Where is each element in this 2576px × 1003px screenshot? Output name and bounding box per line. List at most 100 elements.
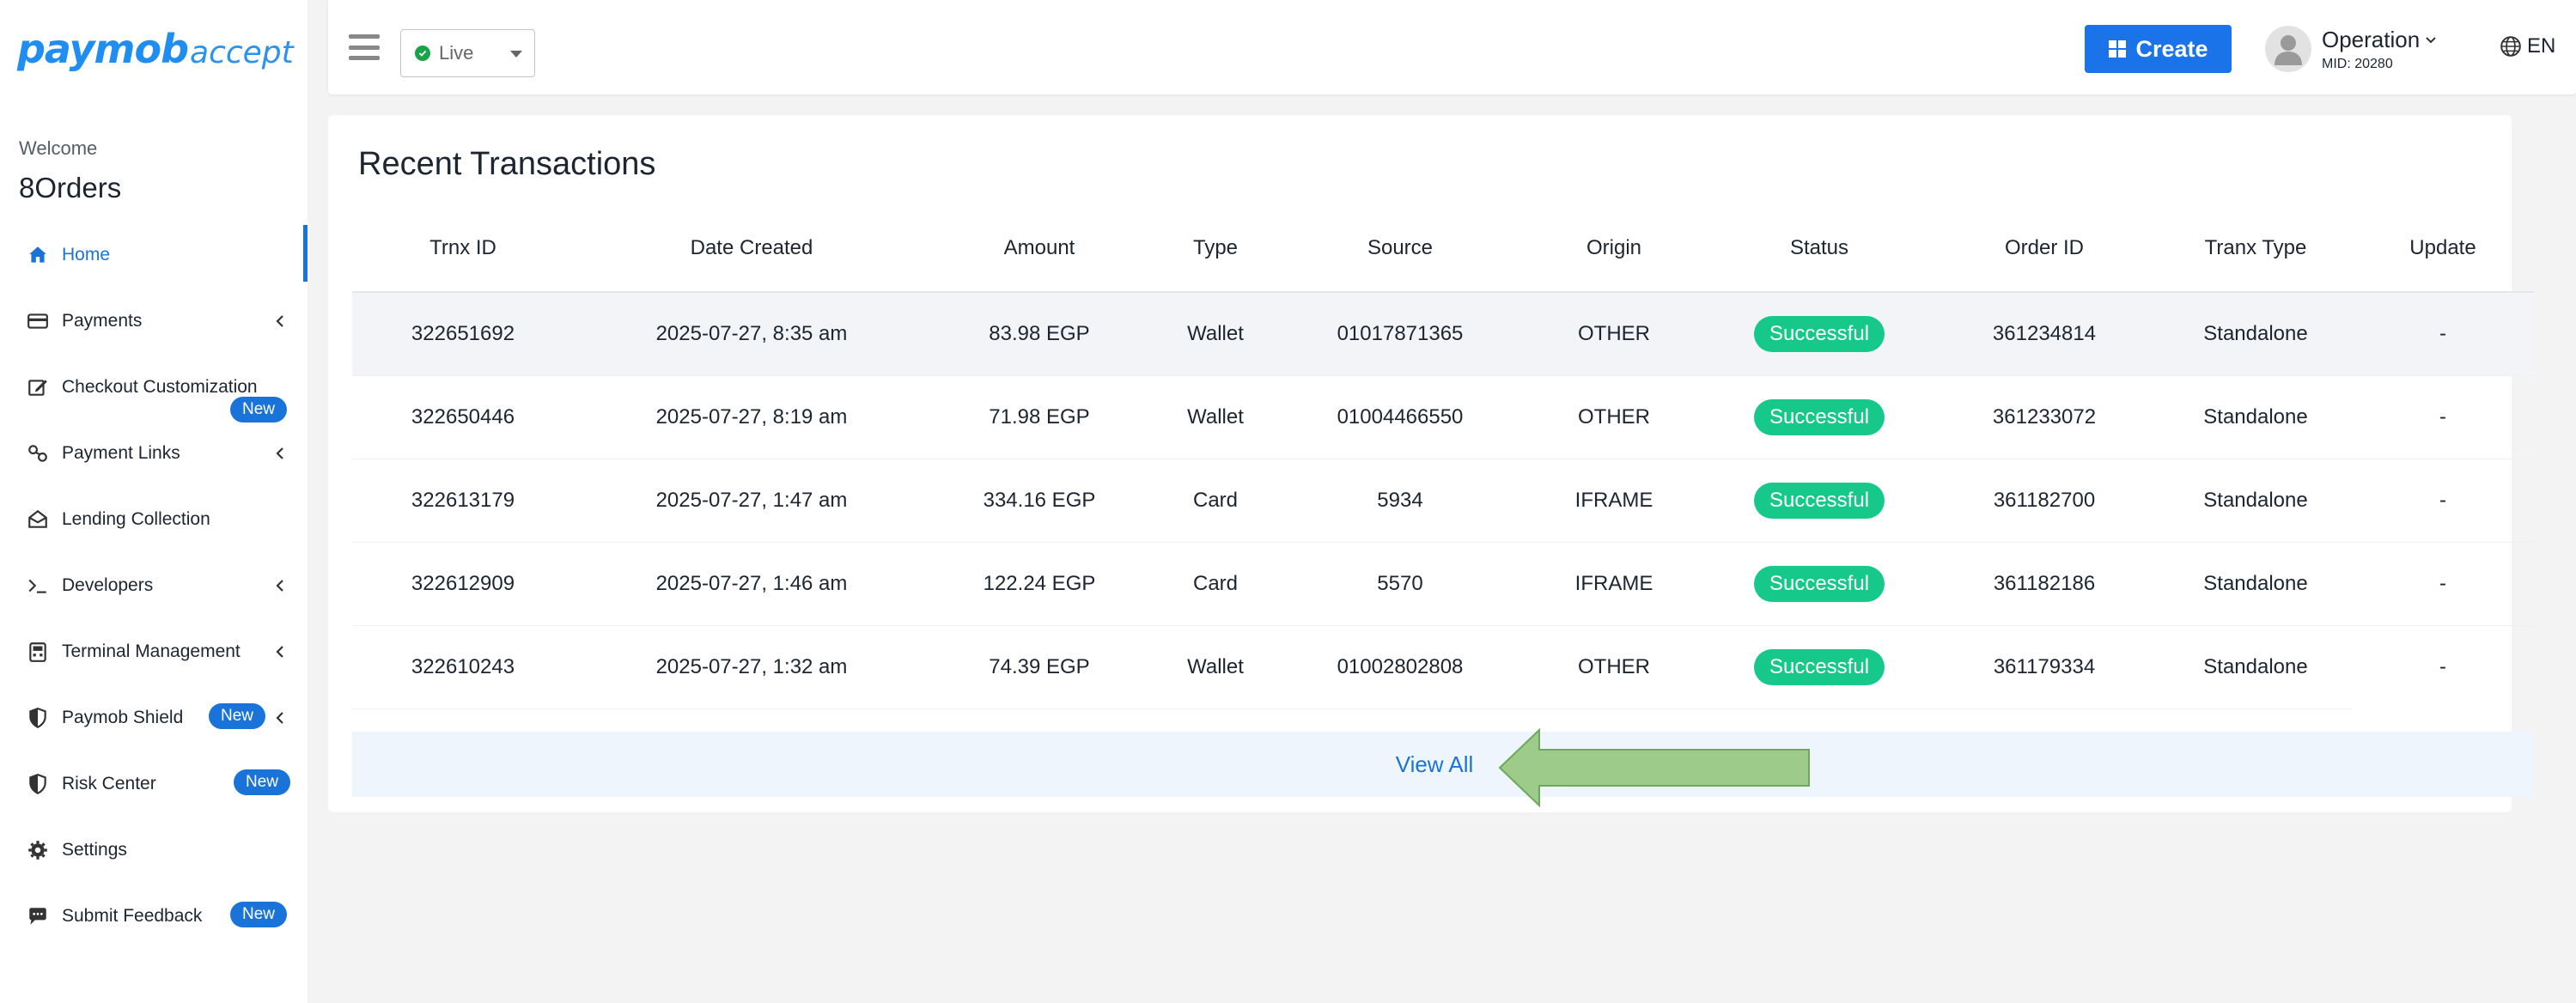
column-header[interactable]: Status	[1709, 204, 1929, 293]
amount: 71.98 EGP	[929, 375, 1149, 459]
trnx-id: 322650446	[352, 375, 574, 459]
chevron-left-icon	[276, 447, 283, 459]
shield-icon	[26, 772, 50, 796]
create-button[interactable]: Create	[2085, 25, 2232, 73]
chevron-left-icon	[276, 314, 283, 327]
transactions-table: Trnx ID Date Created Amount Type Source …	[352, 204, 2534, 709]
hamburger-menu-icon[interactable]	[349, 34, 380, 60]
column-header[interactable]: Type	[1149, 204, 1282, 293]
mode-select[interactable]: Live	[400, 29, 535, 77]
paymob-accept-logo[interactable]: paymob accept	[17, 26, 294, 77]
chat-icon	[26, 904, 50, 928]
table-row[interactable]: 322612909 2025-07-27, 1:46 am 122.24 EGP…	[352, 542, 2534, 626]
column-header[interactable]: Amount	[929, 204, 1149, 293]
shield-icon	[26, 706, 50, 730]
language-switcher[interactable]: EN	[2500, 34, 2555, 58]
amount: 334.16 EGP	[929, 459, 1149, 543]
merchant-name: 8Orders	[19, 172, 122, 204]
status-cell: Successful	[1709, 459, 1929, 543]
column-header[interactable]: Source	[1282, 204, 1519, 293]
update: -	[2352, 375, 2534, 459]
sidebar-item-home[interactable]: Home	[0, 222, 308, 288]
type: Wallet	[1149, 375, 1282, 459]
table-row[interactable]: 322651692 2025-07-27, 8:35 am 83.98 EGP …	[352, 292, 2534, 376]
new-badge: New	[230, 397, 288, 422]
view-all-bar: View All	[352, 732, 2534, 797]
logo-sub: accept	[190, 35, 294, 70]
sidebar-item-lending-collection[interactable]: Lending Collection	[0, 486, 308, 552]
update: -	[2352, 292, 2534, 376]
update: -	[2352, 459, 2534, 543]
user-menu[interactable]: Operation MID: 20280	[2265, 22, 2437, 76]
tranx-type: Standalone	[2159, 459, 2352, 543]
sidebar-item-risk-center[interactable]: Risk Center New	[0, 751, 308, 817]
new-badge: New	[209, 703, 266, 729]
pointer-arrow-icon	[1498, 728, 1810, 807]
card-title: Recent Transactions	[358, 146, 656, 182]
sidebar-item-terminal-management[interactable]: Terminal Management	[0, 618, 308, 684]
language-label: EN	[2527, 34, 2556, 58]
status-badge: Successful	[1753, 482, 1885, 519]
column-header[interactable]: Order ID	[1929, 204, 2159, 293]
origin: IFRAME	[1519, 459, 1709, 543]
column-header[interactable]: Trnx ID	[352, 204, 574, 293]
home-icon	[26, 243, 50, 267]
edit-icon	[26, 375, 50, 399]
order-id: 361182700	[1929, 459, 2159, 543]
tranx-type: Standalone	[2159, 542, 2352, 626]
table-row[interactable]: 322613179 2025-07-27, 1:47 am 334.16 EGP…	[352, 459, 2534, 543]
type: Wallet	[1149, 292, 1282, 376]
sidebar-item-label: Home	[62, 244, 111, 264]
mode-select-value: Live	[439, 42, 474, 64]
sidebar-item-settings[interactable]: Settings	[0, 817, 308, 883]
sidebar-item-developers[interactable]: Developers	[0, 552, 308, 618]
date-created: 2025-07-27, 1:32 am	[574, 625, 929, 709]
top-bar: Live Create Operation MID: 20280 EN	[328, 0, 2576, 94]
pos-icon	[26, 640, 50, 664]
sidebar-item-paymob-shield[interactable]: Paymob Shield New	[0, 684, 308, 751]
source: 01017871365	[1282, 292, 1519, 376]
chevron-left-icon	[276, 579, 283, 592]
sidebar-item-submit-feedback[interactable]: Submit Feedback New	[0, 883, 308, 949]
sidebar-item-payment-links[interactable]: Payment Links	[0, 420, 308, 486]
column-header[interactable]: Date Created	[574, 204, 929, 293]
check-circle-icon	[415, 46, 430, 61]
column-header[interactable]: Origin	[1519, 204, 1709, 293]
chevron-left-icon	[276, 645, 283, 658]
trnx-id: 322612909	[352, 542, 574, 626]
status-badge: Successful	[1753, 398, 1885, 435]
table-row[interactable]: 322650446 2025-07-27, 8:19 am 71.98 EGP …	[352, 375, 2534, 459]
origin: OTHER	[1519, 625, 1709, 709]
sidebar-item-label: Checkout Customization	[62, 376, 258, 397]
sidebar-item-payments[interactable]: Payments	[0, 288, 308, 354]
date-created: 2025-07-27, 8:35 am	[574, 292, 929, 376]
gear-icon	[26, 838, 50, 862]
sidebar-item-label: Risk Center	[62, 773, 156, 793]
table-row[interactable]: 322610243 2025-07-27, 1:32 am 74.39 EGP …	[352, 625, 2534, 709]
trnx-id: 322610243	[352, 625, 574, 709]
trnx-id: 322613179	[352, 459, 574, 543]
welcome-label: Welcome	[19, 137, 98, 159]
sidebar-item-label: Lending Collection	[62, 508, 210, 529]
sidebar-item-label: Terminal Management	[62, 641, 241, 661]
view-all-link[interactable]: View All	[1396, 751, 1474, 778]
column-header[interactable]: Update	[2352, 204, 2534, 293]
sidebar-item-label: Payment Links	[62, 442, 180, 463]
date-created: 2025-07-27, 1:47 am	[574, 459, 929, 543]
sidebar-item-checkout-customization[interactable]: Checkout Customization New	[0, 354, 308, 422]
status-badge: Successful	[1753, 565, 1885, 602]
grid-icon	[2109, 40, 2127, 58]
status-cell: Successful	[1709, 375, 1929, 459]
source: 01002802808	[1282, 625, 1519, 709]
trnx-id: 322651692	[352, 292, 574, 376]
create-button-label: Create	[2135, 35, 2208, 62]
column-header[interactable]: Tranx Type	[2159, 204, 2352, 293]
source: 5570	[1282, 542, 1519, 626]
update: -	[2439, 654, 2446, 678]
link-icon	[26, 441, 50, 465]
merchant-id: MID: 20280	[2322, 56, 2393, 71]
sidebar: paymob accept Welcome 8Orders Home Payme…	[0, 0, 308, 1003]
status-badge: Successful	[1753, 648, 1885, 685]
sidebar-item-label: Settings	[62, 839, 127, 860]
sidebar-item-label: Developers	[62, 574, 154, 595]
